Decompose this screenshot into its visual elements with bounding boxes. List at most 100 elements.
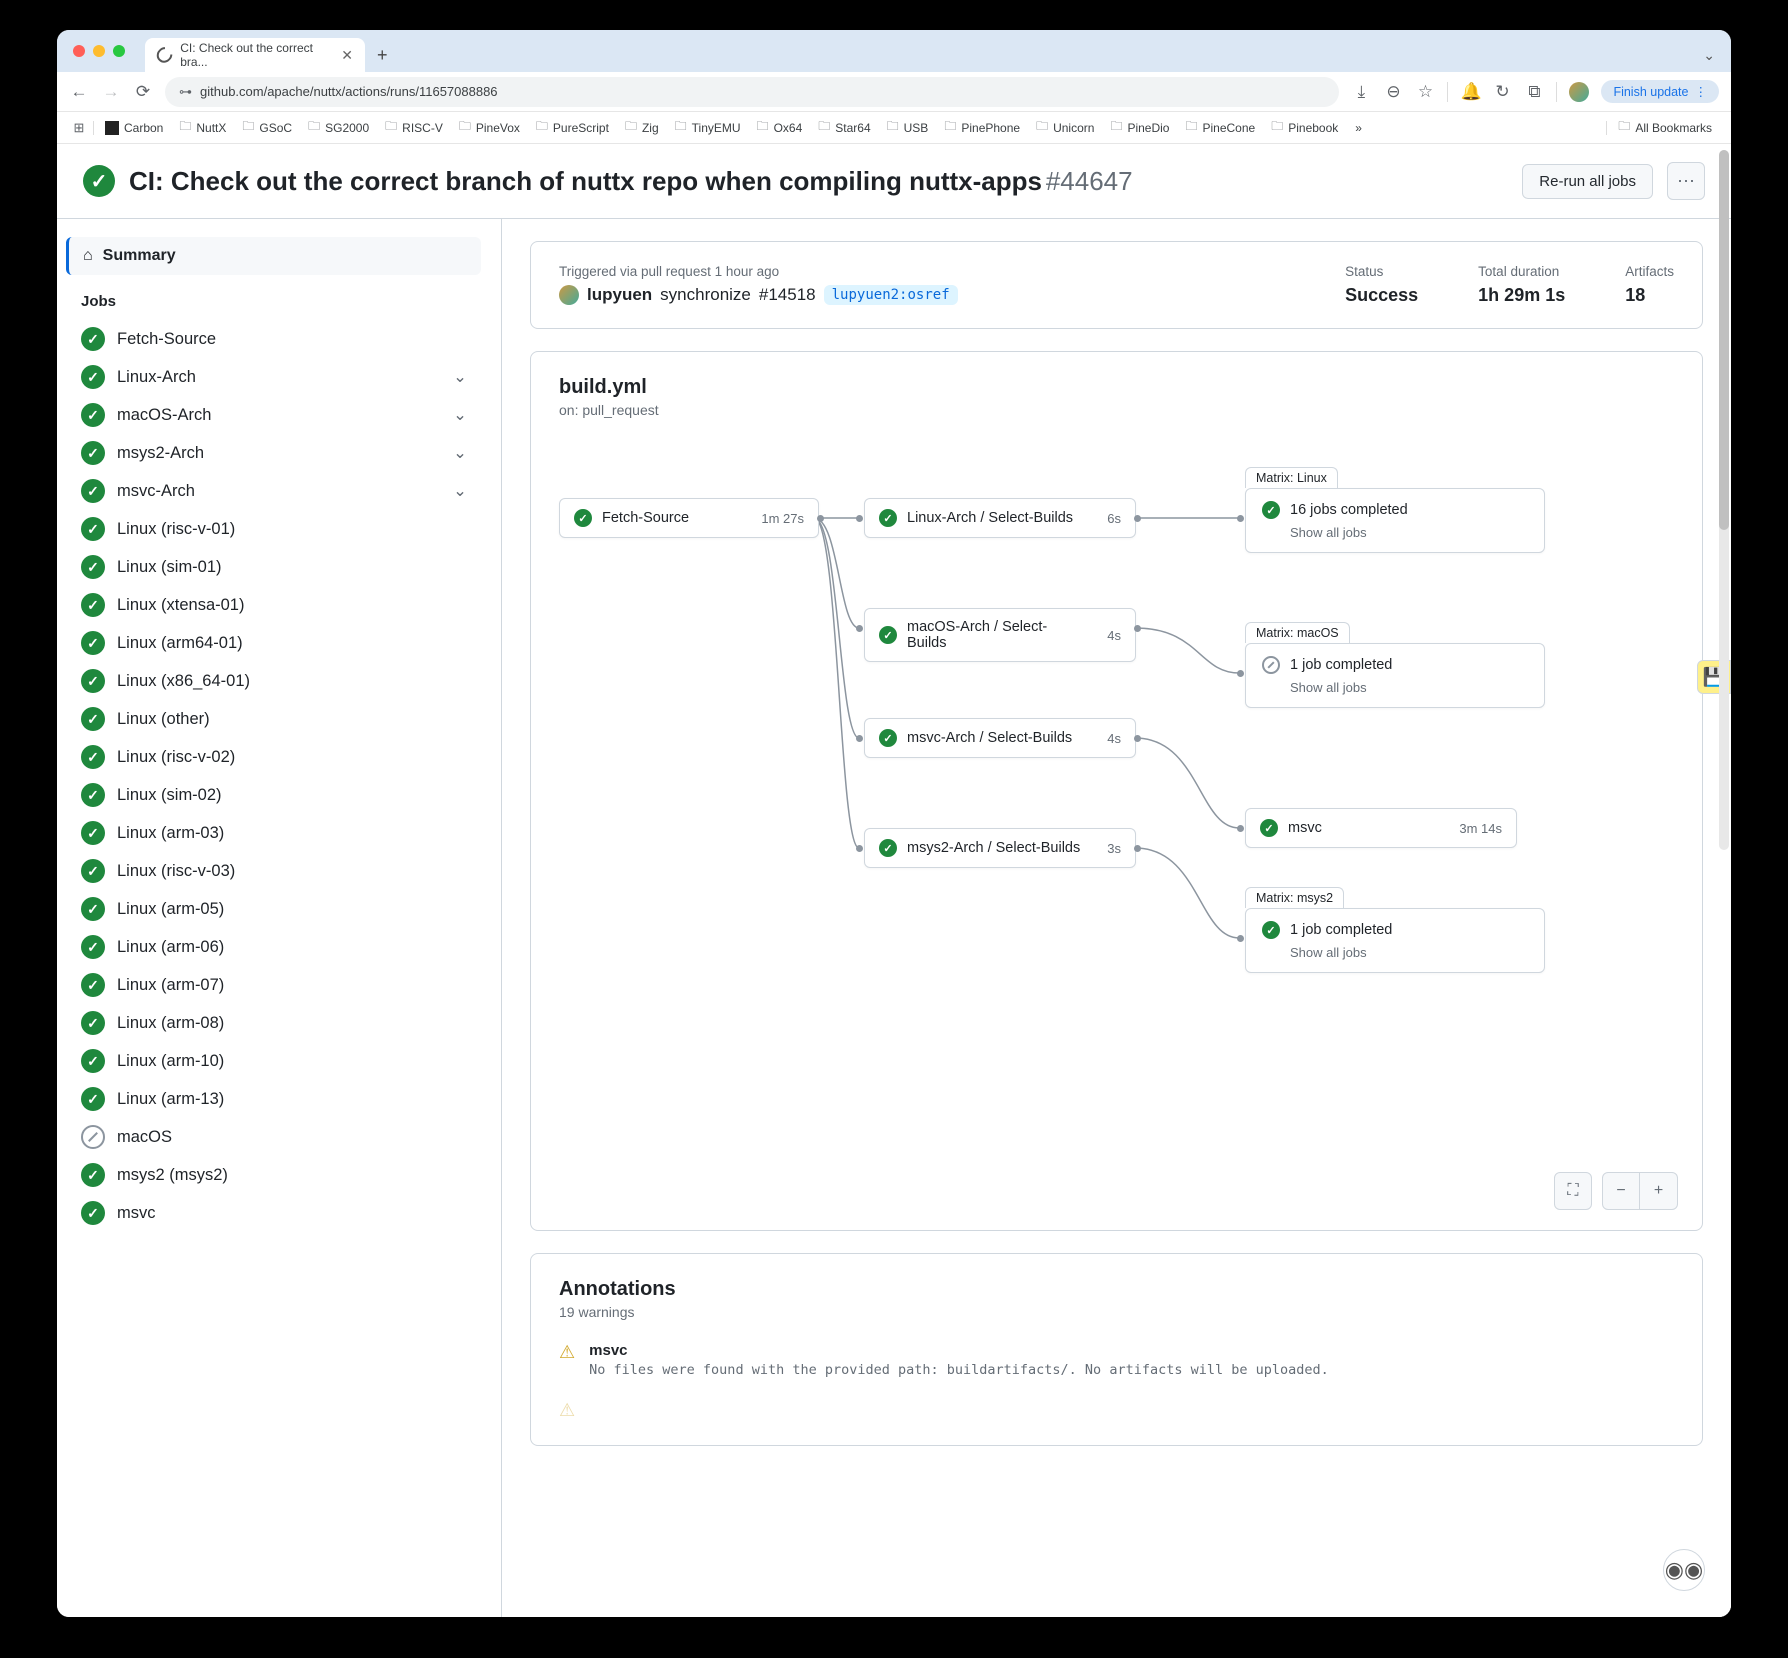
sidebar-job-item[interactable]: Linux (risc-v-01) (67, 510, 481, 548)
bookmark-item[interactable]: 🗀SG2000 (301, 114, 376, 141)
run-menu-button[interactable]: ⋯ (1667, 162, 1705, 200)
bookmark-item[interactable]: 🗀Zig (618, 114, 666, 141)
back-icon[interactable]: ← (69, 82, 89, 102)
show-all-jobs-link[interactable]: Show all jobs (1262, 680, 1528, 695)
sidebar-job-item[interactable]: Linux (other) (67, 700, 481, 738)
workflow-graph[interactable]: Fetch-Source 1m 27s Linux-Arch / Select-… (559, 448, 1674, 1168)
address-bar[interactable]: ⊶ github.com/apache/nuttx/actions/runs/1… (165, 77, 1339, 107)
bookmark-item[interactable]: 🗀Pinebook (1264, 114, 1345, 141)
bookmark-item[interactable]: 🗀Unicorn (1029, 114, 1101, 141)
sidebar-job-item[interactable]: msys2 (msys2) (67, 1156, 481, 1194)
pr-number[interactable]: #14518 (759, 285, 816, 305)
sidebar-job-item[interactable]: Linux (arm-08) (67, 1004, 481, 1042)
chevron-down-icon[interactable]: ⌄ (453, 367, 467, 387)
scrollbar-thumb[interactable] (1719, 150, 1729, 530)
graph-node-linux-arch[interactable]: Linux-Arch / Select-Builds 6s (864, 498, 1136, 538)
bookmark-icon[interactable]: ☆ (1415, 82, 1435, 102)
page-scrollbar[interactable] (1719, 150, 1729, 850)
apps-icon[interactable]: ⊞ (69, 120, 89, 136)
bookmark-item[interactable]: 🗀PinePhone (937, 114, 1027, 141)
sidebar-job-item[interactable]: Linux (sim-01) (67, 548, 481, 586)
annotation-item[interactable]: ⚠ (559, 1400, 1674, 1421)
bookmark-item[interactable]: 🗀NuttX (172, 114, 233, 141)
sidebar-job-item[interactable]: Linux (arm-05) (67, 890, 481, 928)
graph-node-msvc-arch[interactable]: msvc-Arch / Select-Builds 4s (864, 718, 1136, 758)
browser-tab[interactable]: CI: Check out the correct bra... ✕ (145, 38, 365, 72)
graph-matrix-msys2[interactable]: Matrix: msys2 1 job completed Show all j… (1245, 908, 1545, 973)
sidebar-job-item[interactable]: msys2-Arch⌄ (67, 434, 481, 472)
sidebar-job-item[interactable]: Fetch-Source (67, 320, 481, 358)
show-all-jobs-link[interactable]: Show all jobs (1262, 945, 1528, 960)
notification-bell-icon[interactable]: 🔔 (1460, 82, 1480, 102)
bookmark-item[interactable]: 🗀Ox64 (750, 114, 810, 141)
graph-node-msys2-arch[interactable]: msys2-Arch / Select-Builds 3s (864, 828, 1136, 868)
sidebar-job-item[interactable]: Linux (xtensa-01) (67, 586, 481, 624)
reload-icon[interactable]: ⟳ (133, 82, 153, 102)
workflow-file[interactable]: build.yml (559, 376, 1674, 399)
profile-avatar-icon[interactable] (1569, 82, 1589, 102)
status-success-icon (81, 745, 105, 769)
graph-matrix-linux[interactable]: Matrix: Linux 16 jobs completed Show all… (1245, 488, 1545, 553)
close-tab-icon[interactable]: ✕ (341, 47, 353, 64)
bookmark-item[interactable]: Carbon (98, 114, 170, 141)
all-bookmarks-button[interactable]: 🗀 All Bookmarks (1611, 114, 1719, 141)
bookmarks-overflow-icon[interactable]: » (1349, 121, 1368, 135)
bookmark-item[interactable]: 🗀PineDio (1103, 114, 1176, 141)
graph-matrix-macos[interactable]: Matrix: macOS 1 job completed Show all j… (1245, 643, 1545, 708)
sidebar-job-item[interactable]: Linux (arm-13) (67, 1080, 481, 1118)
bookmark-item[interactable]: 🗀PureScript (529, 114, 616, 141)
chevron-down-icon[interactable]: ⌄ (453, 443, 467, 463)
duration-value[interactable]: 1h 29m 1s (1478, 285, 1565, 306)
copilot-button[interactable]: ◉◉ (1663, 1549, 1705, 1591)
sidebar-job-item[interactable]: Linux (arm-10) (67, 1042, 481, 1080)
artifacts-value[interactable]: 18 (1625, 285, 1674, 306)
minimize-window-icon[interactable] (93, 45, 105, 57)
bookmark-item[interactable]: 🗀USB (880, 114, 936, 141)
bookmark-item[interactable]: 🗀PineCone (1178, 114, 1262, 141)
bookmark-item[interactable]: 🗀PineVox (452, 114, 527, 141)
finish-update-button[interactable]: Finish update ⋮ (1601, 80, 1719, 103)
status-success-icon (81, 1087, 105, 1111)
sidebar-job-item[interactable]: Linux (x86_64-01) (67, 662, 481, 700)
sidebar-job-item[interactable]: Linux (arm64-01) (67, 624, 481, 662)
tab-overflow-icon[interactable]: ⌄ (1687, 38, 1731, 72)
show-all-jobs-link[interactable]: Show all jobs (1262, 525, 1528, 540)
sidebar-job-item[interactable]: Linux (arm-06) (67, 928, 481, 966)
sidebar-job-item[interactable]: Linux (sim-02) (67, 776, 481, 814)
zoom-out-button[interactable]: − (1602, 1172, 1640, 1210)
bookmark-item[interactable]: 🗀RISC-V (378, 114, 450, 141)
sidebar-job-item[interactable]: Linux (risc-v-02) (67, 738, 481, 776)
sidebar-job-item[interactable]: Linux (arm-03) (67, 814, 481, 852)
bookmark-item[interactable]: 🗀TinyEMU (668, 114, 748, 141)
graph-node-fetch[interactable]: Fetch-Source 1m 27s (559, 498, 819, 538)
new-tab-button[interactable]: + (365, 38, 400, 72)
graph-node-macos-arch[interactable]: macOS-Arch / Select-Builds 4s (864, 608, 1136, 662)
sidebar-job-item[interactable]: msvc (67, 1194, 481, 1232)
site-info-icon[interactable]: ⊶ (179, 84, 192, 100)
summary-tab[interactable]: ⌂ Summary (66, 237, 481, 275)
close-window-icon[interactable] (73, 45, 85, 57)
chevron-down-icon[interactable]: ⌄ (453, 405, 467, 425)
sidebar-job-item[interactable]: macOS-Arch⌄ (67, 396, 481, 434)
fullscreen-button[interactable]: ⛶ (1554, 1172, 1592, 1210)
maximize-window-icon[interactable] (113, 45, 125, 57)
actor-avatar-icon[interactable] (559, 285, 579, 305)
extensions-icon[interactable]: ↻ (1492, 82, 1512, 102)
sidebar-job-item[interactable]: msvc-Arch⌄ (67, 472, 481, 510)
chevron-down-icon[interactable]: ⌄ (453, 481, 467, 501)
zoom-icon[interactable]: ⊖ (1383, 82, 1403, 102)
actor-name[interactable]: lupyuen (587, 285, 652, 305)
sidebar-job-item[interactable]: Linux-Arch⌄ (67, 358, 481, 396)
sidebar-job-item[interactable]: Linux (arm-07) (67, 966, 481, 1004)
install-app-icon[interactable]: ⤓ (1351, 82, 1371, 102)
bookmark-item[interactable]: 🗀Star64 (811, 114, 877, 141)
rerun-all-jobs-button[interactable]: Re-run all jobs (1522, 164, 1653, 199)
sidebar-job-item[interactable]: Linux (risc-v-03) (67, 852, 481, 890)
puzzle-icon[interactable]: ⧉ (1524, 82, 1544, 102)
zoom-in-button[interactable]: + (1640, 1172, 1678, 1210)
sidebar-job-item[interactable]: macOS (67, 1118, 481, 1156)
annotation-item[interactable]: ⚠ msvc No files were found with the prov… (559, 1342, 1674, 1378)
graph-node-msvc[interactable]: msvc 3m 14s (1245, 808, 1517, 848)
branch-badge[interactable]: lupyuen2:osref (824, 285, 958, 305)
bookmark-item[interactable]: 🗀GSoC (235, 114, 299, 141)
